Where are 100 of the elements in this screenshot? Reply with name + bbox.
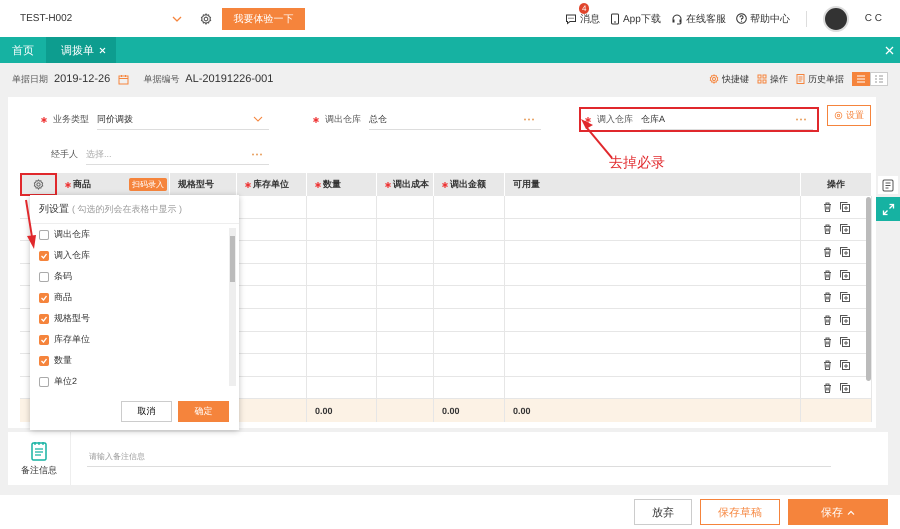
field-placeholder: 选择... bbox=[86, 148, 112, 160]
field-value: 仓库A bbox=[641, 112, 666, 126]
popup-title: 列设置 bbox=[39, 202, 69, 216]
table-cell bbox=[377, 264, 434, 286]
close-icon[interactable] bbox=[885, 46, 894, 54]
field-value: 同价调拨 bbox=[97, 112, 133, 126]
copy-icon[interactable] bbox=[840, 314, 850, 325]
popup-hint: ( 勾选的列会在表格中显示 ) bbox=[72, 202, 182, 216]
total-cell bbox=[237, 399, 307, 422]
checkbox[interactable] bbox=[39, 356, 49, 366]
column-option[interactable]: 商品 bbox=[30, 287, 239, 308]
trash-icon[interactable] bbox=[822, 337, 832, 348]
column-option[interactable]: 调入仓库 bbox=[30, 245, 239, 266]
trash-icon[interactable] bbox=[822, 360, 832, 370]
copy-icon[interactable] bbox=[840, 360, 850, 370]
total-cell: 0.00 bbox=[307, 399, 377, 422]
header-link[interactable]: App下载 bbox=[610, 12, 661, 26]
expand-icon bbox=[882, 202, 894, 216]
user-name[interactable]: C C bbox=[864, 13, 882, 24]
checkbox[interactable] bbox=[39, 314, 49, 324]
copy-icon[interactable] bbox=[840, 292, 850, 302]
copy-icon[interactable] bbox=[840, 337, 850, 348]
table-cell bbox=[377, 286, 434, 309]
field-label: 单据编号 bbox=[143, 72, 180, 86]
settings-icon[interactable] bbox=[32, 179, 44, 190]
table-cell bbox=[434, 264, 505, 286]
column-option[interactable]: 调出仓库 bbox=[30, 224, 239, 245]
annotation-text: 去掉必录 bbox=[609, 154, 665, 172]
table-cell bbox=[307, 354, 377, 377]
copy-icon[interactable] bbox=[840, 270, 850, 280]
notes-field[interactable]: 备注信息 请输入备注信息 bbox=[8, 432, 888, 485]
caret-up-icon[interactable] bbox=[847, 510, 855, 514]
table-cell bbox=[434, 308, 505, 332]
account-name: TEST-H002 bbox=[20, 13, 74, 24]
trash-icon[interactable] bbox=[822, 224, 832, 234]
toolbar-link[interactable]: 操作 bbox=[757, 72, 788, 86]
column-settings-cell[interactable] bbox=[20, 173, 57, 196]
scrollbar[interactable] bbox=[866, 197, 871, 381]
column-option[interactable]: 数量 bbox=[30, 350, 239, 371]
column-header: 规格型号 bbox=[170, 173, 237, 196]
table-cell bbox=[434, 196, 505, 219]
trash-icon[interactable] bbox=[822, 314, 832, 325]
checkbox[interactable] bbox=[39, 230, 49, 240]
copy-icon[interactable] bbox=[840, 202, 850, 212]
side-button[interactable] bbox=[878, 176, 898, 194]
help-icon bbox=[736, 13, 747, 24]
copy-icon[interactable] bbox=[840, 246, 850, 257]
table-cell bbox=[307, 196, 377, 219]
highlight-frame[interactable]: 调入仓库 仓库A bbox=[579, 107, 819, 132]
chevron-down-icon[interactable] bbox=[172, 16, 182, 22]
form-field[interactable]: 调出仓库 总仓 bbox=[307, 107, 547, 132]
table-cell bbox=[377, 332, 434, 354]
header-link[interactable]: 消息 bbox=[564, 12, 600, 26]
table-cell bbox=[307, 308, 377, 332]
popup-button[interactable]: 取消 bbox=[121, 401, 172, 422]
trash-icon[interactable] bbox=[822, 292, 832, 302]
column-option[interactable]: 规格型号 bbox=[30, 308, 239, 329]
table-cell bbox=[307, 241, 377, 264]
header-link[interactable]: 帮助中心 bbox=[736, 12, 790, 26]
column-header: 操作 bbox=[801, 173, 872, 196]
settings-icon[interactable] bbox=[200, 12, 212, 24]
table-cell bbox=[307, 218, 377, 242]
trash-icon[interactable] bbox=[822, 270, 832, 280]
scrollbar[interactable] bbox=[229, 228, 236, 386]
chevron-down-icon[interactable] bbox=[253, 116, 263, 122]
field-label: 单据日期 bbox=[12, 72, 48, 86]
copy-icon[interactable] bbox=[840, 382, 850, 393]
table-cell bbox=[434, 241, 505, 264]
copy-icon[interactable] bbox=[840, 224, 850, 234]
table-cell bbox=[377, 196, 434, 219]
footer-button[interactable]: 放弃 bbox=[634, 499, 692, 525]
field-label: 业务类型 bbox=[53, 113, 89, 126]
list-view-button[interactable] bbox=[852, 72, 870, 86]
notepad-icon bbox=[31, 440, 47, 460]
column-option[interactable]: 库存单位 bbox=[30, 329, 239, 350]
column-option[interactable]: 单位2 bbox=[30, 371, 239, 392]
form-field[interactable]: 业务类型 同价调拨 bbox=[35, 107, 275, 132]
toolbar-link[interactable]: 快捷键 bbox=[709, 72, 749, 86]
avatar[interactable] bbox=[822, 6, 849, 32]
total-cell bbox=[377, 399, 434, 422]
checkbox[interactable] bbox=[39, 250, 49, 260]
card-view-button[interactable] bbox=[870, 72, 888, 86]
column-header: 数量 bbox=[307, 173, 377, 196]
table-cell bbox=[434, 218, 505, 242]
trash-icon[interactable] bbox=[822, 382, 832, 393]
trash-icon[interactable] bbox=[822, 246, 832, 257]
checkbox[interactable] bbox=[39, 334, 49, 344]
column-option[interactable]: 条码 bbox=[30, 266, 239, 287]
document-icon bbox=[796, 74, 805, 84]
annotation-arrow bbox=[24, 198, 38, 250]
checkbox[interactable] bbox=[39, 292, 49, 302]
header-link[interactable]: 在线客服 bbox=[670, 12, 726, 26]
checkbox[interactable] bbox=[39, 272, 49, 282]
trash-icon[interactable] bbox=[822, 202, 832, 212]
form-field[interactable]: 经手人 选择... bbox=[35, 142, 275, 167]
document-icon[interactable] bbox=[882, 178, 894, 192]
grid-icon bbox=[874, 75, 884, 83]
toolbar-link[interactable]: 历史单据 bbox=[796, 72, 844, 86]
close-icon[interactable] bbox=[99, 46, 106, 54]
checkbox[interactable] bbox=[39, 376, 49, 386]
